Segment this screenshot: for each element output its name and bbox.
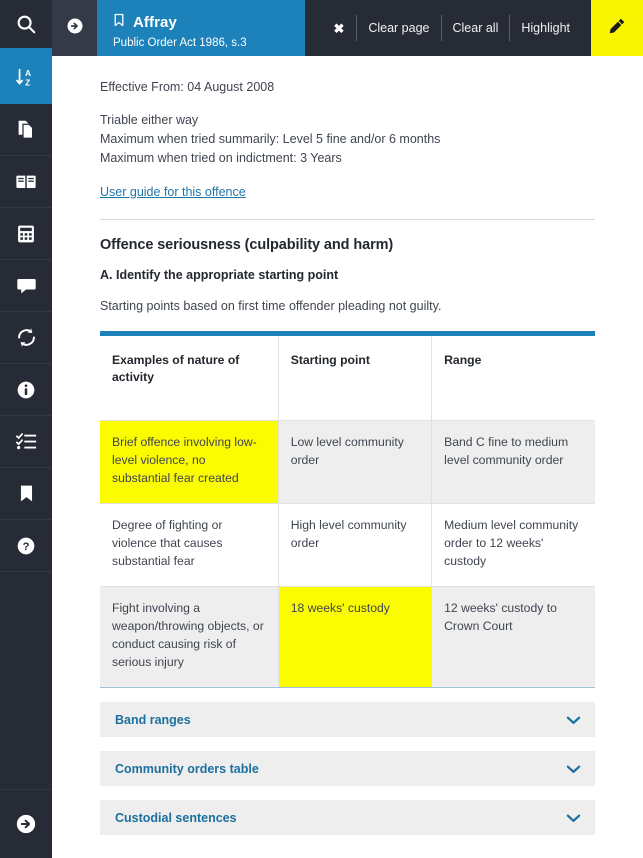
accordion-label: Band ranges	[115, 712, 191, 727]
sidebar-item-sort[interactable]: A Z	[0, 52, 52, 104]
sidebar-item-help[interactable]: ?	[0, 520, 52, 572]
column-header: Starting point	[278, 333, 433, 421]
arrow-right-circle-icon	[15, 813, 37, 835]
documents-icon	[16, 119, 37, 140]
triable-text: Triable either way	[100, 113, 199, 127]
sentencing-maximums: Triable either way Maximum when tried su…	[100, 111, 595, 168]
bookmark-icon	[17, 484, 36, 503]
table-cell[interactable]: Fight involving a weapon/throwing object…	[100, 586, 279, 688]
highlight-button[interactable]: Highlight	[510, 21, 581, 35]
search-icon	[15, 13, 37, 35]
panel-toggle-button[interactable]	[52, 0, 97, 56]
top-bar: Affray Public Order Act 1986, s.3 ✖ Clea…	[52, 0, 643, 56]
chevron-down-icon	[566, 715, 581, 725]
svg-text:A: A	[25, 69, 31, 78]
effective-from-text: Effective From: 04 August 2008	[100, 80, 275, 94]
page-title: Offence seriousness (culpability and har…	[100, 237, 394, 253]
sidebar-expand-button[interactable]	[0, 790, 52, 858]
max-indictment-text: Maximum when tried on indictment: 3 Year…	[100, 151, 342, 165]
table-row: Fight involving a weapon/throwing object…	[100, 586, 595, 688]
svg-text:Z: Z	[25, 78, 30, 87]
calculator-icon	[16, 224, 36, 244]
table-cell[interactable]: Medium level community order to 12 weeks…	[431, 503, 595, 587]
sidebar-item-refresh[interactable]	[0, 312, 52, 364]
table-row: Degree of fighting or violence that caus…	[100, 503, 595, 587]
accordion-label: Community orders table	[115, 761, 259, 776]
table-header-row: Examples of nature of activity Starting …	[100, 333, 595, 421]
info-icon	[16, 380, 36, 400]
column-header: Range	[431, 333, 595, 421]
table-cell[interactable]: 18 weeks' custody	[278, 586, 433, 688]
comment-icon	[16, 275, 37, 296]
divider	[100, 219, 595, 220]
chevron-down-icon	[566, 813, 581, 823]
user-guide-link[interactable]: User guide for this offence	[100, 185, 246, 199]
table-row: Brief offence involving low-level violen…	[100, 420, 595, 504]
topbar-actions: ✖ Clear page Clear all Highlight	[305, 0, 591, 56]
left-sidebar: A Z ?	[0, 0, 52, 858]
sidebar-item-documents[interactable]	[0, 104, 52, 156]
table-cell[interactable]: Low level community order	[278, 420, 433, 504]
clear-all-button[interactable]: Clear all	[442, 21, 510, 35]
max-summary-text: Maximum when tried summarily: Level 5 fi…	[100, 132, 441, 146]
highlighter-pen-icon	[608, 17, 626, 40]
table-cell[interactable]: Brief offence involving low-level violen…	[100, 420, 279, 504]
sidebar-item-bookmarks[interactable]	[0, 468, 52, 520]
highlighter-pen-button[interactable]	[591, 0, 643, 56]
table-cell[interactable]: Degree of fighting or violence that caus…	[100, 503, 279, 587]
refresh-icon	[16, 327, 37, 348]
table-cell[interactable]: 12 weeks' custody to Crown Court	[431, 586, 595, 688]
column-header: Examples of nature of activity	[100, 333, 279, 421]
close-icon[interactable]: ✖	[321, 22, 356, 35]
table-cell[interactable]: Band C fine to medium level community or…	[431, 420, 595, 504]
bookmark-outline-icon[interactable]	[112, 12, 126, 33]
sidebar-item-calculator[interactable]	[0, 208, 52, 260]
table-cell[interactable]: High level community order	[278, 503, 433, 587]
accordion-band-ranges[interactable]: Band ranges	[100, 702, 595, 737]
sidebar-item-guidelines[interactable]	[0, 156, 52, 208]
main-content: Effective From: 04 August 2008 Triable e…	[52, 56, 643, 858]
accordion-label: Custodial sentences	[115, 810, 237, 825]
offence-title-block[interactable]: Affray Public Order Act 1986, s.3	[97, 0, 305, 56]
sidebar-search-button[interactable]	[0, 0, 52, 52]
chevron-down-icon	[566, 764, 581, 774]
step-a-heading: A. Identify the appropriate starting poi…	[100, 268, 339, 282]
checklist-icon	[15, 431, 37, 452]
sort-alpha-icon: A Z	[15, 67, 37, 89]
accordion-custodial-sentences[interactable]: Custodial sentences	[100, 800, 595, 835]
accordion-community-orders-table[interactable]: Community orders table	[100, 751, 595, 786]
svg-text:?: ?	[23, 541, 30, 553]
sidebar-item-info[interactable]	[0, 364, 52, 416]
sidebar-item-checklist[interactable]	[0, 416, 52, 468]
offence-title: Affray	[133, 13, 177, 31]
sidebar-item-comments[interactable]	[0, 260, 52, 312]
book-icon	[15, 171, 37, 193]
sentencing-table: Examples of nature of activity Starting …	[100, 331, 595, 688]
arrow-right-circle-icon	[66, 17, 84, 40]
help-icon: ?	[16, 536, 36, 556]
app-root: A Z ? Affray Public Order Act 1986, s.3 …	[0, 0, 643, 858]
step-a-lead: Starting points based on first time offe…	[100, 299, 442, 313]
sidebar-spacer	[0, 572, 52, 790]
offence-subtitle: Public Order Act 1986, s.3	[113, 37, 247, 49]
clear-page-button[interactable]: Clear page	[357, 21, 440, 35]
